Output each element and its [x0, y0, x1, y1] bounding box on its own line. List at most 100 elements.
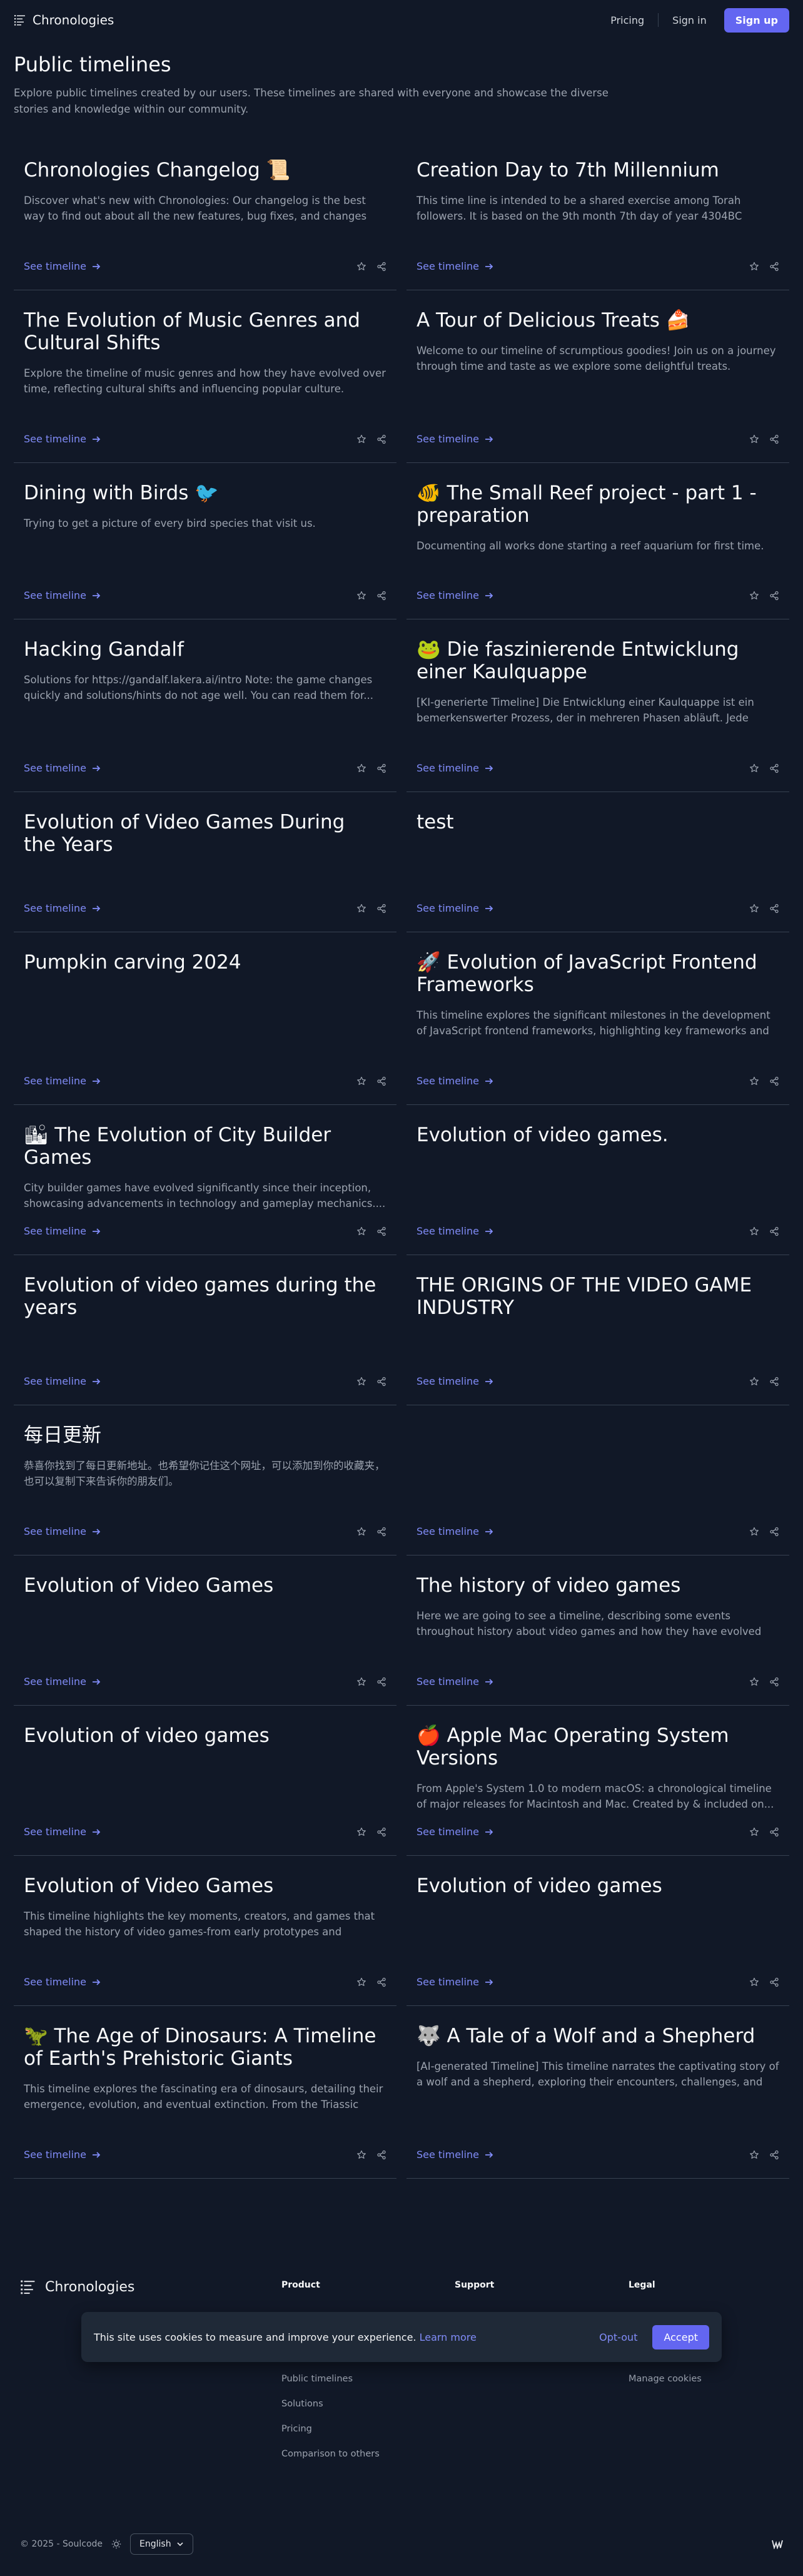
star-icon[interactable]	[749, 1677, 759, 1687]
see-timeline-link[interactable]: See timeline	[417, 902, 494, 914]
top-nav: Chronologies Pricing Sign in Sign up	[0, 0, 803, 40]
see-timeline-link[interactable]: See timeline	[417, 1976, 494, 1988]
star-icon[interactable]	[749, 1076, 759, 1086]
star-icon[interactable]	[749, 1827, 759, 1837]
soulcode-logo-icon[interactable]	[772, 2539, 783, 2549]
share-icon[interactable]	[769, 904, 779, 914]
star-icon[interactable]	[749, 1377, 759, 1387]
see-timeline-link[interactable]: See timeline	[24, 260, 101, 272]
star-icon[interactable]	[356, 2150, 366, 2160]
star-icon[interactable]	[356, 904, 366, 914]
see-timeline-link[interactable]: See timeline	[24, 1225, 101, 1237]
learn-more-link[interactable]: Learn more	[420, 2331, 477, 2343]
share-icon[interactable]	[769, 1527, 779, 1537]
star-icon[interactable]	[356, 763, 366, 773]
share-icon[interactable]	[769, 2150, 779, 2160]
see-timeline-link[interactable]: See timeline	[417, 1676, 494, 1688]
see-timeline-link[interactable]: See timeline	[24, 1976, 101, 1988]
see-timeline-link[interactable]: See timeline	[417, 1375, 494, 1387]
see-timeline-link[interactable]: See timeline	[417, 1225, 494, 1237]
share-icon[interactable]	[769, 1827, 779, 1837]
star-icon[interactable]	[749, 2150, 759, 2160]
share-icon[interactable]	[769, 763, 779, 773]
share-icon[interactable]	[376, 1076, 386, 1086]
pricing-link[interactable]: Pricing	[597, 14, 658, 26]
footer-link-public-timelines[interactable]: Public timelines	[281, 2374, 353, 2384]
footer-brand[interactable]: Chronologies	[20, 2279, 134, 2295]
timeline-description: From Apple's System 1.0 to modern macOS:…	[417, 1783, 774, 1810]
see-timeline-link[interactable]: See timeline	[24, 2149, 101, 2161]
see-timeline-link[interactable]: See timeline	[24, 762, 101, 774]
see-timeline-link[interactable]: See timeline	[417, 589, 494, 601]
see-timeline-link[interactable]: See timeline	[24, 1375, 101, 1387]
see-timeline-link[interactable]: See timeline	[24, 1075, 101, 1087]
see-timeline-link[interactable]: See timeline	[417, 762, 494, 774]
accept-cookies-button[interactable]: Accept	[652, 2324, 709, 2349]
share-icon[interactable]	[376, 2150, 386, 2160]
language-select[interactable]: English	[130, 2533, 193, 2555]
theme-toggle-icon[interactable]	[111, 2539, 121, 2549]
share-icon[interactable]	[769, 1977, 779, 1987]
share-icon[interactable]	[376, 434, 386, 444]
see-timeline-link[interactable]: See timeline	[24, 589, 101, 601]
timeline-title: THE ORIGINS OF THE VIDEO GAME INDUSTRY	[417, 1274, 752, 1319]
share-icon[interactable]	[376, 1527, 386, 1537]
star-icon[interactable]	[356, 1076, 366, 1086]
see-timeline-link[interactable]: See timeline	[24, 1525, 101, 1537]
share-icon[interactable]	[376, 591, 386, 601]
star-icon[interactable]	[356, 1827, 366, 1837]
star-icon[interactable]	[356, 1377, 366, 1387]
footer-link-pricing[interactable]: Pricing	[281, 2424, 312, 2434]
see-timeline-link[interactable]: See timeline	[24, 902, 101, 914]
share-icon[interactable]	[376, 1377, 386, 1387]
star-icon[interactable]	[749, 1977, 759, 1987]
footer-link-solutions[interactable]: Solutions	[281, 2399, 323, 2409]
star-icon[interactable]	[749, 434, 759, 444]
share-icon[interactable]	[769, 591, 779, 601]
star-icon[interactable]	[356, 1977, 366, 1987]
star-icon[interactable]	[356, 591, 366, 601]
share-icon[interactable]	[769, 1226, 779, 1236]
opt-out-button[interactable]: Opt-out	[599, 2331, 637, 2343]
arrow-right-icon	[92, 1528, 101, 1535]
share-icon[interactable]	[376, 763, 386, 773]
see-timeline-link[interactable]: See timeline	[417, 1075, 494, 1087]
share-icon[interactable]	[376, 1977, 386, 1987]
share-icon[interactable]	[376, 1226, 386, 1236]
star-icon[interactable]	[356, 1226, 366, 1236]
share-icon[interactable]	[769, 434, 779, 444]
star-icon[interactable]	[749, 591, 759, 601]
star-icon[interactable]	[749, 262, 759, 272]
share-icon[interactable]	[376, 1827, 386, 1837]
star-icon[interactable]	[749, 904, 759, 914]
star-icon[interactable]	[356, 1677, 366, 1687]
sign-in-link[interactable]: Sign in	[659, 14, 720, 26]
share-icon[interactable]	[769, 1076, 779, 1086]
see-timeline-link[interactable]: See timeline	[417, 1826, 494, 1838]
see-timeline-link[interactable]: See timeline	[417, 1525, 494, 1537]
star-icon[interactable]	[749, 1226, 759, 1236]
share-icon[interactable]	[769, 1677, 779, 1687]
see-timeline-link[interactable]: See timeline	[24, 1826, 101, 1838]
sign-up-button[interactable]: Sign up	[724, 8, 789, 33]
see-timeline-link[interactable]: See timeline	[417, 433, 494, 445]
share-icon[interactable]	[769, 262, 779, 272]
star-icon[interactable]	[356, 434, 366, 444]
brand-logo[interactable]: Chronologies	[14, 13, 114, 28]
see-timeline-link[interactable]: See timeline	[24, 433, 101, 445]
star-icon[interactable]	[749, 763, 759, 773]
share-icon[interactable]	[376, 904, 386, 914]
share-icon[interactable]	[376, 1677, 386, 1687]
see-timeline-link[interactable]: See timeline	[24, 1676, 101, 1688]
star-icon[interactable]	[356, 1527, 366, 1537]
see-timeline-link[interactable]: See timeline	[417, 260, 494, 272]
share-icon[interactable]	[769, 1377, 779, 1387]
see-timeline-link[interactable]: See timeline	[417, 2149, 494, 2161]
footer-link-comparison[interactable]: Comparison to others	[281, 2449, 380, 2459]
star-icon[interactable]	[356, 262, 366, 272]
footer-link-manage-cookies[interactable]: Manage cookies	[629, 2374, 702, 2384]
arrow-right-icon	[92, 1228, 101, 1235]
timeline-title: Evolution of Video Games	[24, 1574, 274, 1597]
star-icon[interactable]	[749, 1527, 759, 1537]
share-icon[interactable]	[376, 262, 386, 272]
